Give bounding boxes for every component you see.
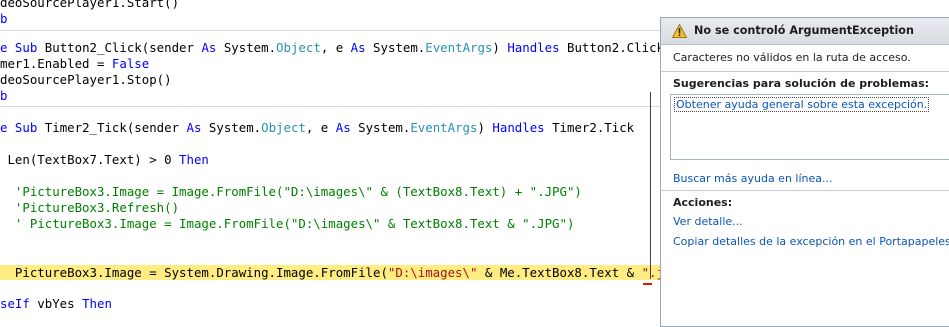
general-help-link[interactable]: Obtener ayuda general sobre esta excepci… [673,97,930,112]
search-online-link[interactable]: Buscar más ayuda en línea... [673,172,833,185]
exception-header: No se controló ArgumentException [661,18,949,45]
tips-list: Obtener ayuda general sobre esta excepci… [670,94,949,160]
comment-line: 'PictureBox3.Image = Image.FromFile("D:\… [0,184,582,199]
code-line: Len(TextBox7.Text) > 0 Then [0,152,209,167]
comment-line: 'PictureBox3.Refresh() [0,200,180,215]
code-line: b [0,11,8,26]
code-line: seIf vbYes Then [0,296,112,311]
code-line: b [0,88,8,103]
error-code-line: PictureBox3.Image = System.Drawing.Image… [0,265,694,281]
code-line: e Sub Button2_Click(sender As System.Obj… [0,40,664,55]
warning-icon [672,24,687,38]
actions-header: Acciones: [673,196,733,209]
popup-connector-line [650,92,651,279]
error-squiggle [643,281,652,285]
copy-details-link[interactable]: Copiar detalles de la excepción en el Po… [673,235,949,248]
exception-title: No se controló ArgumentException [694,24,914,37]
code-line: deoSourcePlayer1.Stop() [0,72,172,87]
view-detail-link[interactable]: Ver detalle... [673,215,743,228]
code-line: e Sub Timer2_Tick(sender As System.Objec… [0,120,635,135]
code-line: mer1.Enabled = False [0,56,150,71]
comment-line: ' PictureBox3.Image = Image.FromFile("D:… [0,216,575,231]
code-line: deoSourcePlayer1.Start() [0,0,180,10]
actions-section: Acciones: Ver detalle... Copiar detalles… [661,190,949,248]
tips-header: Sugerencias para solución de problemas: [673,77,930,90]
exception-assistant: No se controló ArgumentException Caracte… [660,17,949,327]
exception-message: Caracteres no válidos en la ruta de acce… [673,51,911,64]
